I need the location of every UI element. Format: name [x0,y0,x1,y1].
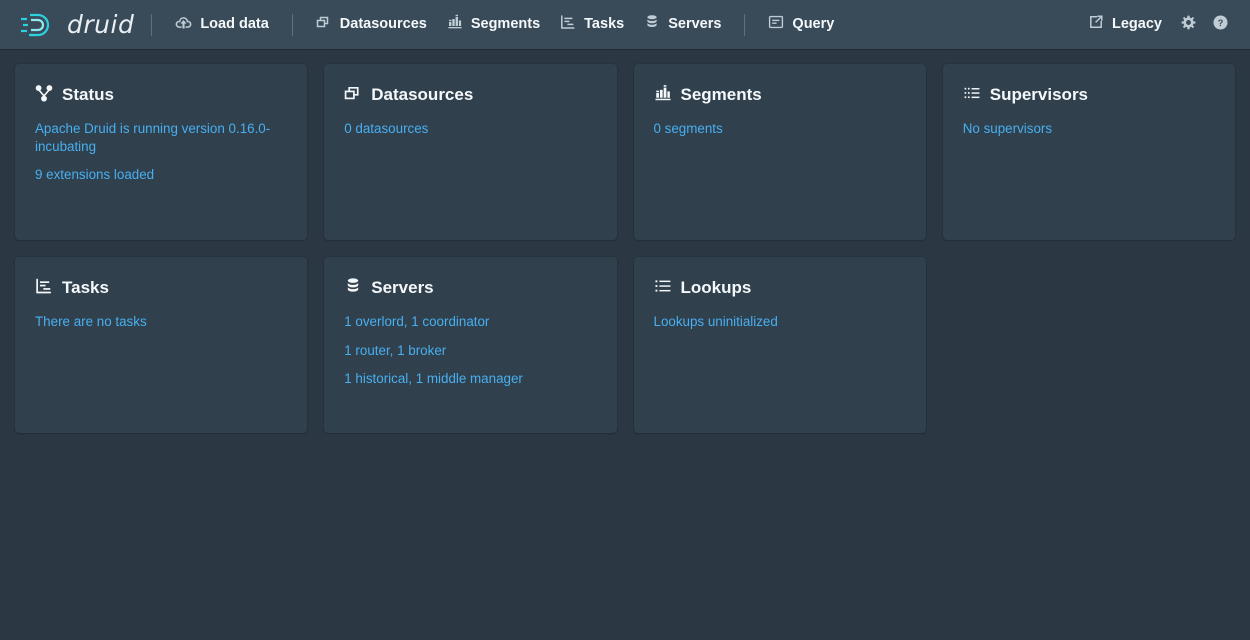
card-title: Servers [371,279,433,298]
card-header: Segments [654,84,906,107]
gantt-chart-icon [560,14,576,35]
card-title: Lookups [681,279,752,298]
card-link[interactable]: Apache Druid is running version 0.16.0-i… [35,120,275,155]
card-tasks[interactable]: Tasks There are no tasks [15,257,307,433]
svg-text:?: ? [1217,18,1223,28]
stacked-chart-icon [654,84,672,107]
card-header: Tasks [35,277,287,300]
app-header: druid Load data Datasources [0,0,1250,50]
legacy-label: Legacy [1112,17,1162,32]
nav-label: Tasks [584,17,624,32]
druid-logo-text: druid [67,12,134,37]
nav-item-query[interactable]: Query [758,9,844,41]
card-link[interactable]: 1 router, 1 broker [344,342,584,360]
multi-select-icon [316,14,332,35]
card-supervisors[interactable]: Supervisors No supervisors [943,64,1235,240]
card-status[interactable]: Status Apache Druid is running version 0… [15,64,307,240]
database-icon [644,14,660,35]
card-link[interactable]: Lookups uninitialized [654,313,894,331]
database-icon [344,277,362,300]
gantt-chart-icon [35,277,53,300]
header-divider [744,14,745,36]
card-title: Status [62,86,114,105]
settings-button[interactable] [1172,9,1204,41]
nav-label: Servers [668,17,721,32]
nav-item-servers[interactable]: Servers [634,9,731,41]
help-circle-icon: ? [1212,14,1229,36]
card-title: Supervisors [990,86,1088,105]
card-link[interactable]: 1 historical, 1 middle manager [344,370,584,388]
help-button[interactable]: ? [1204,9,1236,41]
share-external-link-icon [1088,14,1104,35]
card-datasources[interactable]: Datasources 0 datasources [324,64,616,240]
card-title: Datasources [371,86,473,105]
nav-label: Segments [471,17,540,32]
card-link[interactable]: No supervisors [963,120,1203,138]
card-header: Supervisors [963,84,1215,107]
card-lookups[interactable]: Lookups Lookups uninitialized [634,257,926,433]
nav-label: Load data [200,17,268,32]
card-link[interactable]: There are no tasks [35,313,275,331]
header-divider [151,14,152,36]
card-servers[interactable]: Servers 1 overlord, 1 coordinator 1 rout… [324,257,616,433]
application-icon [768,14,784,35]
nav-item-segments[interactable]: Segments [437,9,550,41]
card-header: Datasources [344,84,596,107]
gear-icon [1180,14,1197,36]
druid-logo[interactable]: druid [18,10,138,40]
card-link[interactable]: 1 overlord, 1 coordinator [344,313,584,331]
multi-select-icon [344,84,362,107]
card-header: Status [35,84,287,107]
nav-item-datasources[interactable]: Datasources [306,9,437,41]
card-link[interactable]: 0 datasources [344,120,584,138]
nav-item-load-data[interactable]: Load data [165,9,278,41]
nav-item-tasks[interactable]: Tasks [550,9,634,41]
card-link[interactable]: 0 segments [654,120,894,138]
home-card-grid: Status Apache Druid is running version 0… [0,50,1250,447]
card-link[interactable]: 9 extensions loaded [35,166,275,184]
cloud-upload-icon [175,14,192,36]
card-title: Tasks [62,279,109,298]
card-header: Servers [344,277,596,300]
stacked-chart-icon [447,14,463,35]
card-title: Segments [681,86,762,105]
card-header: Lookups [654,277,906,300]
eye-list-icon [963,84,981,107]
nav-label: Query [792,17,834,32]
nav-label: Datasources [340,17,427,32]
header-divider [292,14,293,36]
legacy-button[interactable]: Legacy [1078,9,1172,41]
card-segments[interactable]: Segments 0 segments [634,64,926,240]
druid-logo-icon [18,10,58,40]
properties-list-icon [654,277,672,300]
git-fork-icon [35,84,53,107]
